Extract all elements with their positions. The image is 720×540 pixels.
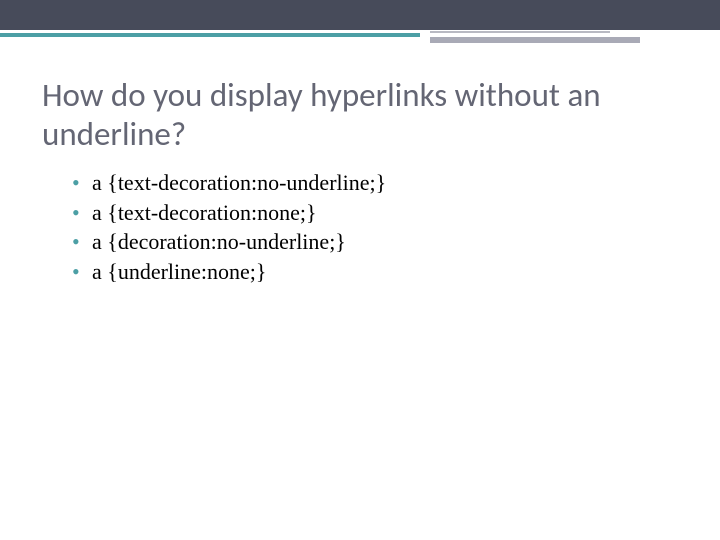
list-item: a {text-decoration:no-underline;} bbox=[72, 168, 678, 198]
slide-title: How do you display hyperlinks without an… bbox=[42, 76, 678, 154]
list-item: a {underline:none;} bbox=[72, 257, 678, 287]
list-item: a {decoration:no-underline;} bbox=[72, 227, 678, 257]
answer-list: a {text-decoration:no-underline;} a {tex… bbox=[72, 168, 678, 287]
slide-body: How do you display hyperlinks without an… bbox=[0, 48, 720, 287]
list-item: a {text-decoration:none;} bbox=[72, 198, 678, 228]
slide-accent-ribbon bbox=[0, 30, 720, 48]
slide-top-bar bbox=[0, 0, 720, 30]
